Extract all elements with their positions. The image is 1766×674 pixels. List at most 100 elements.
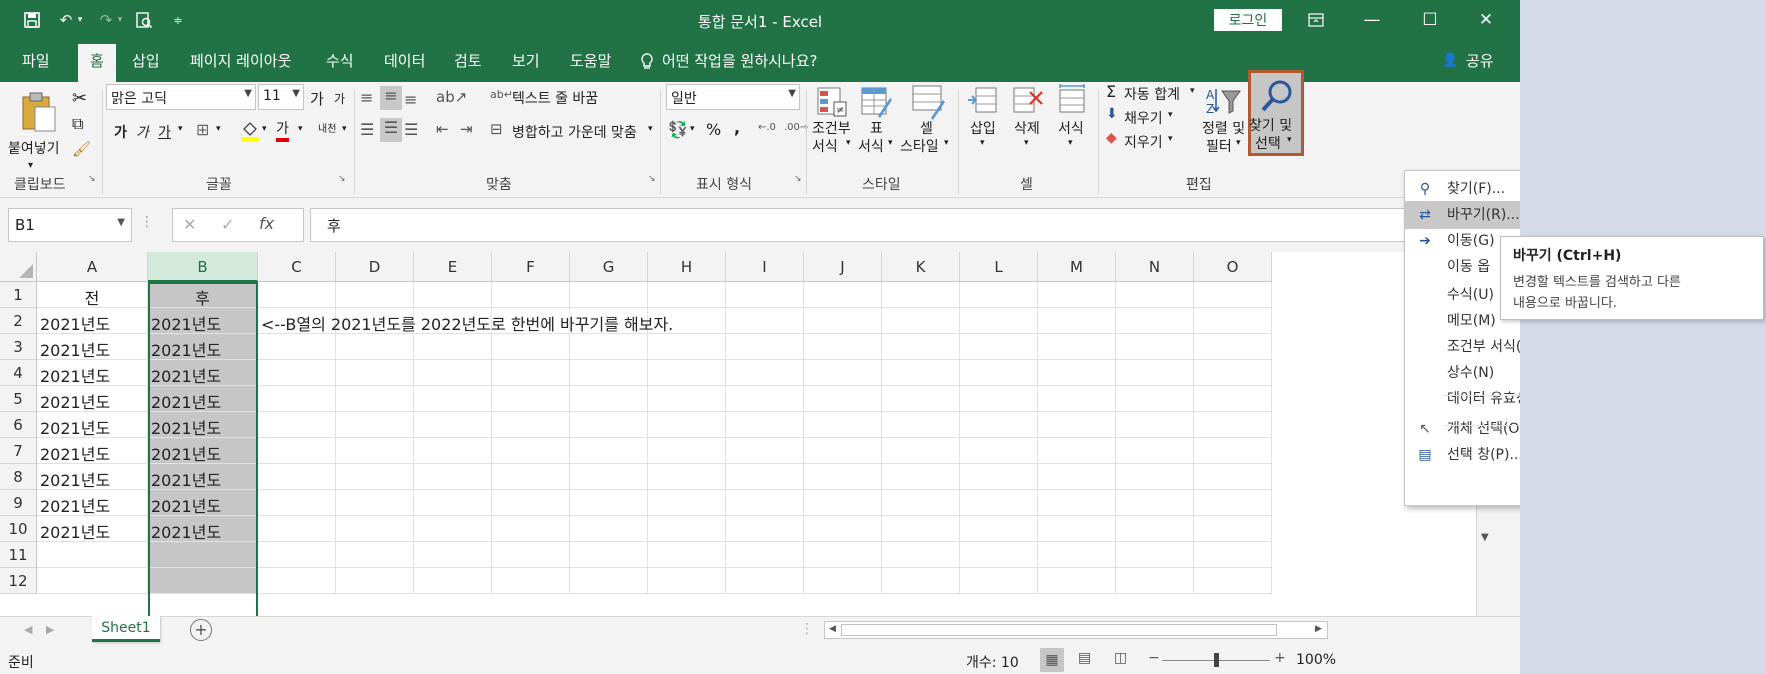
find-menu-item[interactable]: ⇄ 바꾸기(R)... [1405,201,1520,229]
cell-a6[interactable]: 2021년도 [37,412,148,438]
cell-m9[interactable] [1038,490,1116,516]
column-header-i[interactable]: I [726,252,804,282]
cell-d4[interactable] [336,360,414,386]
zoom-level[interactable]: 100% [1296,652,1336,668]
cell-c9[interactable] [258,490,336,516]
cell-i12[interactable] [726,568,804,594]
cell-styles-dropdown-icon[interactable]: ▾ [944,138,949,148]
align-left-icon[interactable]: ☰ [360,120,374,139]
cell-m2[interactable] [1038,308,1116,334]
alignment-launcher-icon[interactable]: ↘ [648,174,656,184]
align-center-icon[interactable]: ☰ [380,118,402,142]
tab-file[interactable]: 파일 [20,40,52,82]
cell-g1[interactable] [570,282,648,308]
scroll-left-icon[interactable]: ◀ [829,624,836,634]
normal-view-icon[interactable]: ▦ [1040,648,1064,672]
cell-o1[interactable] [1194,282,1272,308]
cell-c6[interactable] [258,412,336,438]
cell-l5[interactable] [960,386,1038,412]
cell-k1[interactable] [882,282,960,308]
cell-g12[interactable] [570,568,648,594]
cell-i4[interactable] [726,360,804,386]
row-header[interactable]: 10 [0,516,37,542]
cell-j10[interactable] [804,516,882,542]
cell-a5[interactable]: 2021년도 [37,386,148,412]
maximize-icon[interactable]: ☐ [1402,0,1458,40]
select-all-button[interactable] [0,252,37,282]
cell-k8[interactable] [882,464,960,490]
font-name-combo[interactable]: 맑은 고딕 ▼ [106,84,256,110]
column-header-d[interactable]: D [336,252,414,282]
cell-b9[interactable]: 2021년도 [148,490,258,516]
cell-b5[interactable]: 2021년도 [148,386,258,412]
column-header-k[interactable]: K [882,252,960,282]
cell-g8[interactable] [570,464,648,490]
tab-help[interactable]: 도움말 [568,40,613,82]
bold-button[interactable]: 가 [114,122,127,142]
border-dropdown-icon[interactable]: ▾ [216,124,221,134]
format-cells-button[interactable]: 서식 [1058,118,1084,138]
sort-filter-icon[interactable]: AZ [1204,82,1244,120]
underline-button[interactable]: 가 [158,122,171,142]
cell-o7[interactable] [1194,438,1272,464]
cell-f1[interactable] [492,282,570,308]
cell-c11[interactable] [258,542,336,568]
cell-n4[interactable] [1116,360,1194,386]
column-header-h[interactable]: H [648,252,726,282]
cell-d3[interactable] [336,334,414,360]
cell-d11[interactable] [336,542,414,568]
increase-decimal-icon[interactable]: ←.0 [758,122,776,133]
find-menu-item[interactable]: 조건부 서식(C) [1405,333,1520,361]
align-bottom-icon[interactable]: ≡ [404,90,417,109]
cell-i11[interactable] [726,542,804,568]
italic-button[interactable]: 가 [136,122,149,142]
cell-m11[interactable] [1038,542,1116,568]
format-dropdown-icon[interactable]: ▾ [1068,138,1073,148]
cell-k3[interactable] [882,334,960,360]
cell-j6[interactable] [804,412,882,438]
cell-o10[interactable] [1194,516,1272,542]
cell-d8[interactable] [336,464,414,490]
find-menu-item[interactable]: ▤ 선택 창(P)... [1405,441,1520,469]
border-icon[interactable]: ⊞ [196,120,209,139]
cell-k11[interactable] [882,542,960,568]
cell-j11[interactable] [804,542,882,568]
column-header-l[interactable]: L [960,252,1038,282]
delete-cells-icon[interactable] [1010,82,1046,118]
cell-i9[interactable] [726,490,804,516]
cell-c12[interactable] [258,568,336,594]
cell-f12[interactable] [492,568,570,594]
accounting-format-icon[interactable]: 💱 [668,120,688,139]
share-button[interactable]: 공유 [1464,40,1496,82]
cell-g6[interactable] [570,412,648,438]
cell-l9[interactable] [960,490,1038,516]
phonetic-button[interactable]: 내천 [318,120,336,135]
autosum-button[interactable]: 자동 합계 [1124,84,1180,104]
cell-e11[interactable] [414,542,492,568]
prev-sheet-icon[interactable]: ◀ [24,623,32,636]
grow-font-button[interactable]: 가 [310,88,324,109]
cell-f3[interactable] [492,334,570,360]
tell-me-search[interactable]: 어떤 작업을 원하시나요? [660,40,820,82]
align-top-icon[interactable]: ≡ [360,88,373,107]
cell-b11[interactable] [148,542,258,568]
cell-b8[interactable]: 2021년도 [148,464,258,490]
cell-o12[interactable] [1194,568,1272,594]
cell-n5[interactable] [1116,386,1194,412]
zoom-in-icon[interactable]: + [1274,650,1286,666]
cell-m4[interactable] [1038,360,1116,386]
merge-dropdown-icon[interactable]: ▾ [648,124,653,134]
cell-i10[interactable] [726,516,804,542]
delete-dropdown-icon[interactable]: ▾ [1024,138,1029,148]
comma-button[interactable]: , [734,118,740,137]
cell-f6[interactable] [492,412,570,438]
cell-e9[interactable] [414,490,492,516]
close-icon[interactable]: ✕ [1458,0,1514,40]
cell-i3[interactable] [726,334,804,360]
cell-a12[interactable] [37,568,148,594]
cell-f5[interactable] [492,386,570,412]
cell-i5[interactable] [726,386,804,412]
cell-b10[interactable]: 2021년도 [148,516,258,542]
row-header[interactable]: 7 [0,438,37,464]
tab-home[interactable]: 홈 [78,44,116,82]
